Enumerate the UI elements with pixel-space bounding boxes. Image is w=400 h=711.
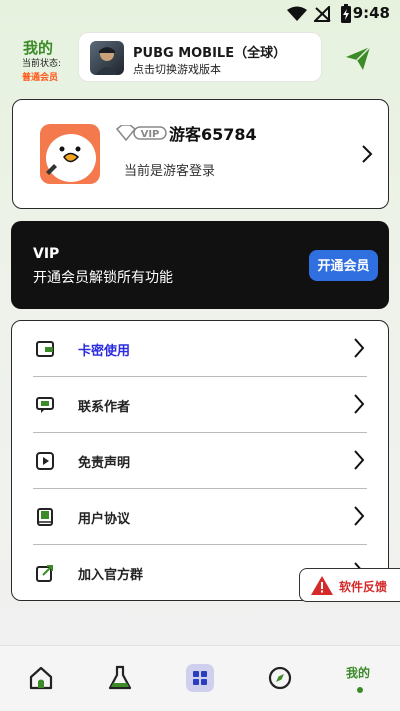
vip-badge-icon: VIP <box>116 125 167 141</box>
chat-icon <box>36 397 54 413</box>
member-level: 普通会员 <box>22 73 59 83</box>
grid-icon[interactable] <box>186 664 214 692</box>
bottom-nav: 我的 <box>0 645 400 711</box>
menu-label-join-group: 加入官方群 <box>78 568 144 583</box>
game-switch-hint: 点击切换游戏版本 <box>133 63 221 76</box>
profile-card[interactable]: VIP 游客65784 当前是游客登录 <box>12 99 389 209</box>
avatar <box>40 124 100 184</box>
chevron-right-icon <box>354 506 365 526</box>
wifi-icon <box>287 6 307 21</box>
card-icon <box>36 341 54 357</box>
menu-item-contact-author[interactable]: 联系作者 <box>12 377 388 433</box>
menu-label-contact-author: 联系作者 <box>78 400 131 415</box>
username: 游客65784 <box>169 125 257 144</box>
nav-item-me[interactable]: 我的 <box>346 664 370 681</box>
active-indicator <box>357 687 363 693</box>
share-icon <box>36 565 53 582</box>
chevron-right-icon <box>354 394 365 414</box>
status-bar: 9:48 <box>0 0 400 28</box>
feedback-button[interactable]: 软件反馈 <box>299 568 400 602</box>
feedback-label: 软件反馈 <box>339 580 388 594</box>
warning-icon <box>311 576 333 595</box>
signal-off-icon <box>314 6 331 22</box>
menu-list: 卡密使用 联系作者 免责声明 用户协议 加入官方群 <box>11 320 389 601</box>
chevron-right-icon <box>354 338 365 358</box>
menu-label-card-key: 卡密使用 <box>78 344 131 359</box>
play-icon <box>36 452 54 470</box>
battery-charging-icon <box>341 4 351 23</box>
chevron-right-icon <box>362 145 373 163</box>
vip-description: 开通会员解锁所有功能 <box>33 270 173 286</box>
compass-icon[interactable] <box>266 664 294 692</box>
vip-badge-text: VIP <box>141 129 160 140</box>
pubg-game-icon <box>90 41 124 75</box>
menu-label-user-agreement: 用户协议 <box>78 512 131 527</box>
vip-banner: VIP 开通会员解锁所有功能 开通会员 <box>11 221 389 309</box>
home-icon[interactable] <box>27 664 55 692</box>
menu-item-card-key[interactable]: 卡密使用 <box>12 321 388 377</box>
menu-item-user-agreement[interactable]: 用户协议 <box>12 489 388 545</box>
book-icon <box>37 508 53 526</box>
send-icon[interactable] <box>344 44 372 72</box>
menu-label-disclaimer: 免责声明 <box>78 456 131 471</box>
menu-item-disclaimer[interactable]: 免责声明 <box>12 433 388 489</box>
game-name: PUBG MOBILE（全球） <box>133 46 287 61</box>
chevron-right-icon <box>354 450 365 470</box>
vip-title: VIP <box>33 246 60 262</box>
login-state: 当前是游客登录 <box>124 164 216 179</box>
game-switch-card[interactable]: PUBG MOBILE（全球） 点击切换游戏版本 <box>78 32 322 82</box>
status-time: 9:48 <box>352 4 390 22</box>
flask-icon[interactable] <box>106 664 134 692</box>
open-vip-button[interactable]: 开通会员 <box>309 250 378 281</box>
status-label: 当前状态: <box>22 59 62 69</box>
page-title: 我的 <box>23 39 54 57</box>
